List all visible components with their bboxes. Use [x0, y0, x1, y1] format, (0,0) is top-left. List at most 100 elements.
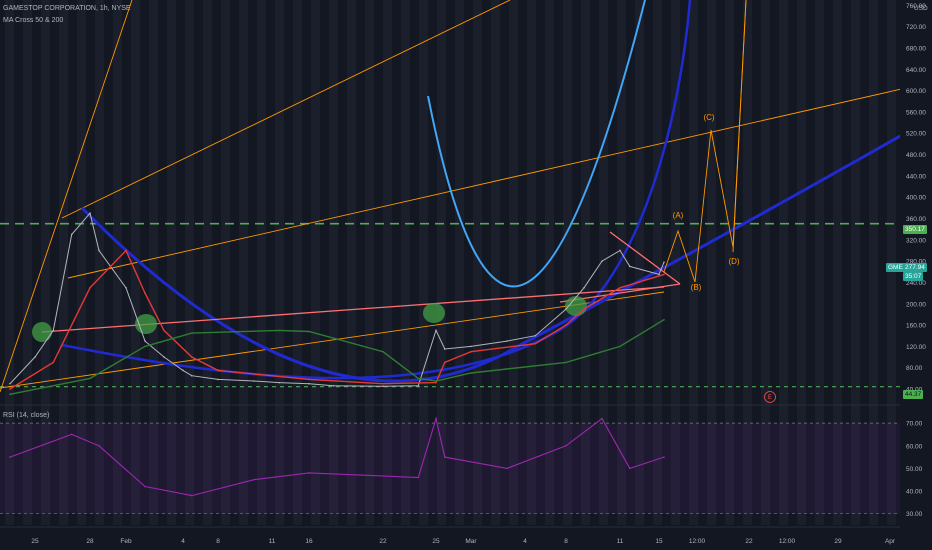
rsi-point: [9, 456, 11, 458]
series-point: [443, 348, 446, 350]
series-point: [34, 356, 36, 358]
series-point: [217, 369, 219, 372]
rsi-label: RSI (14, close): [3, 412, 50, 419]
time-tick-label: 25: [31, 538, 39, 545]
series-point: [565, 361, 567, 364]
series-point: [382, 382, 384, 385]
series-point: [52, 361, 55, 364]
series-point: [583, 308, 585, 310]
time-tick-label: 16: [305, 538, 313, 545]
series-point: [125, 286, 127, 289]
symbol-tag: GME: [886, 263, 905, 272]
series-point: [470, 350, 472, 353]
price-tick-label: 600.00: [906, 88, 926, 95]
price-tick-label: 440.00: [906, 173, 926, 180]
series-point: [253, 380, 255, 382]
series-point: [182, 369, 184, 372]
series-point: [628, 265, 631, 268]
time-tick-label: 11: [617, 538, 624, 545]
series-point: [89, 286, 91, 289]
time-tick-label: 15: [655, 538, 663, 545]
rsi-point: [190, 494, 193, 497]
series-point: [9, 382, 11, 385]
price-tick-label: 480.00: [906, 152, 926, 159]
resistance-price-tag: 350.17: [903, 225, 927, 234]
rsi-point: [663, 456, 665, 458]
series-point: [382, 385, 384, 388]
series-point: [190, 332, 193, 334]
price-tick-label: 640.00: [906, 67, 926, 74]
price-tick-label: 720.00: [906, 24, 926, 31]
series-point: [125, 249, 127, 252]
time-tick-label: 25: [432, 538, 440, 545]
time-tick-label: Mar: [465, 538, 477, 545]
price-tick-label: 560.00: [906, 109, 926, 116]
series-point: [565, 308, 567, 310]
series-point: [9, 388, 11, 390]
rsi-tick-label: 70.00: [906, 421, 923, 428]
time-tick-label: 11: [269, 538, 276, 545]
series-point: [534, 334, 537, 337]
time-tick-label: Feb: [120, 538, 132, 545]
price-tick-label: 360.00: [906, 216, 926, 223]
series-point: [658, 273, 660, 276]
price-tick-label: 200.00: [906, 301, 926, 308]
currency-label: USD: [914, 5, 928, 12]
time-tick-label: 12:00: [689, 538, 706, 545]
wave-label: (B): [691, 283, 702, 292]
rsi-point: [506, 467, 508, 470]
rsi-point: [435, 417, 437, 420]
time-tick-label: 4: [523, 538, 527, 545]
price-tick-label: 80.00: [906, 365, 923, 372]
series-point: [89, 212, 91, 214]
cross-marker: [32, 322, 52, 342]
support-price-tag: 44.37: [903, 390, 924, 399]
price-tick-label: 520.00: [906, 131, 926, 138]
series-point: [619, 345, 621, 348]
rsi-point: [70, 433, 73, 436]
time-tick-label: 8: [216, 538, 220, 545]
series-point: [144, 292, 146, 294]
series-point: [308, 382, 310, 385]
rsi-point: [601, 417, 603, 420]
price-tick-label: 160.00: [906, 323, 926, 330]
series-point: [435, 329, 437, 332]
wave-label: E: [768, 395, 772, 401]
price-tick-label: 680.00: [906, 45, 926, 52]
series-point: [9, 393, 11, 396]
rsi-tick-label: 40.00: [906, 489, 923, 496]
series-point: [534, 342, 537, 345]
cross-marker: [423, 303, 445, 323]
rsi-tick-label: 60.00: [906, 443, 923, 450]
series-point: [98, 249, 100, 252]
last-price-tag: 277.94: [903, 263, 927, 272]
series-point: [417, 385, 420, 387]
series-point: [443, 361, 446, 364]
price-tick-label: 400.00: [906, 195, 926, 202]
series-point: [144, 340, 146, 342]
series-point: [332, 385, 335, 387]
time-tick-label: 4: [181, 538, 185, 545]
wave-label: (A): [673, 211, 684, 220]
series-point: [278, 381, 281, 384]
rsi-point: [443, 456, 446, 458]
series-point: [565, 324, 567, 326]
time-tick-label: 29: [834, 538, 842, 545]
series-point: [308, 330, 310, 333]
series-point: [506, 340, 508, 342]
wave-label: (D): [728, 257, 739, 266]
series-point: [308, 378, 310, 381]
series-point: [663, 261, 665, 263]
series-point: [619, 286, 621, 289]
rsi-band: [0, 423, 900, 514]
rsi-point: [628, 467, 631, 470]
series-point: [470, 345, 472, 348]
time-tick-label: 8: [564, 538, 568, 545]
series-point: [382, 350, 384, 353]
rsi-point: [565, 444, 567, 447]
series-point: [601, 260, 603, 262]
series-point: [619, 249, 621, 252]
series-point: [190, 374, 193, 377]
rsi-point: [98, 444, 100, 447]
rsi-tick-label: 50.00: [906, 466, 923, 473]
